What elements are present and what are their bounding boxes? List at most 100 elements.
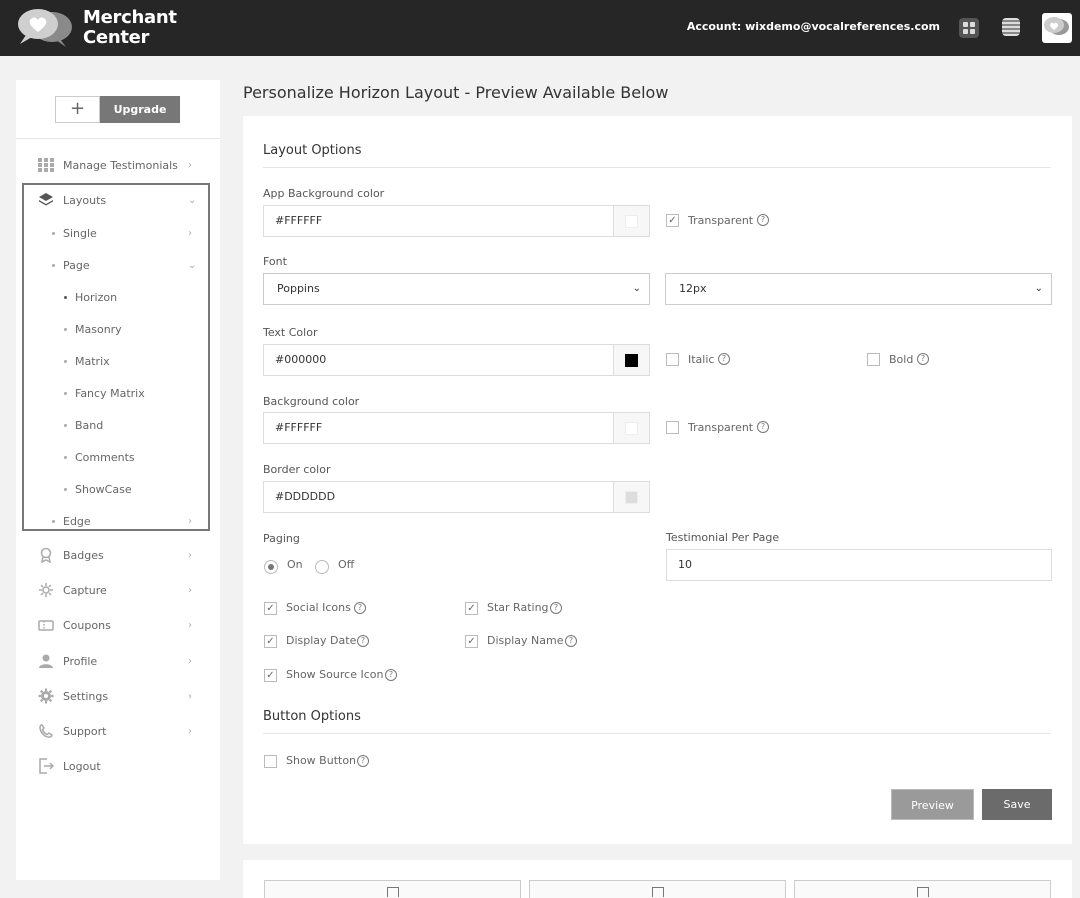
show-source-icon-label: Show Source Icon [286, 668, 384, 681]
per-page-input[interactable]: 10 [666, 549, 1052, 581]
sidebar-item-support[interactable]: Support › [16, 718, 220, 744]
save-button[interactable]: Save [982, 789, 1052, 820]
chevron-right-icon: › [188, 619, 192, 631]
sidebar-item-settings[interactable]: Settings › [16, 683, 220, 709]
chevron-right-icon: › [188, 690, 192, 702]
paging-on-radio[interactable] [264, 560, 278, 574]
chevron-right-icon: › [188, 549, 192, 561]
app-bg-transparent-checkbox[interactable]: ✓ [666, 214, 679, 227]
button-options-title: Button Options [263, 709, 361, 724]
grid-icon [38, 157, 54, 173]
help-icon[interactable]: ? [917, 353, 929, 365]
app-bg-color-input[interactable]: #FFFFFF [263, 205, 614, 237]
sidebar-item-label: Manage Testimonials [63, 158, 178, 172]
sidebar-item-badges[interactable]: Badges › [16, 542, 220, 568]
italic-label: Italic [688, 353, 715, 366]
help-icon[interactable]: ? [550, 602, 562, 614]
logout-icon [38, 758, 55, 774]
sidebar-item-coupons[interactable]: Coupons › [16, 612, 220, 638]
star-rating-label: Star Rating [487, 601, 549, 614]
sidebar-item-profile[interactable]: Profile › [16, 648, 220, 674]
display-name-label: Display Name [487, 634, 564, 647]
sidebar-item-label: Coupons [63, 618, 111, 632]
app-bg-transparent-label: Transparent [688, 214, 754, 227]
help-icon[interactable]: ? [357, 755, 369, 767]
sidebar-item-label: Logout [63, 759, 101, 773]
sidebar-item-label: Support [63, 724, 107, 738]
text-color-label: Text Color [263, 326, 318, 339]
sidebar-divider [16, 138, 220, 139]
top-bar: Merchant Center Account: wixdemo@vocalre… [0, 0, 1080, 56]
brand-line-2: Center [83, 27, 150, 48]
sidebar-item-label: Profile [63, 654, 98, 668]
social-icons-label: Social Icons [286, 601, 351, 614]
bg-color-label: Background color [263, 395, 360, 408]
font-size-select[interactable]: 12px ⌄ [665, 273, 1052, 305]
sidebar-item-manage-testimonials[interactable]: Manage Testimonials › [16, 152, 220, 178]
display-name-checkbox[interactable]: ✓ [465, 635, 478, 648]
preview-tab-calendar[interactable] [794, 880, 1051, 898]
display-date-checkbox[interactable]: ✓ [264, 635, 277, 648]
plus-button[interactable]: + [55, 96, 100, 123]
help-icon[interactable]: ? [757, 421, 769, 433]
help-icon[interactable]: ? [757, 214, 769, 226]
help-icon[interactable]: ? [565, 635, 577, 647]
sidebar-item-capture[interactable]: Capture › [16, 577, 220, 603]
help-icon[interactable]: ? [354, 602, 366, 614]
show-button-label: Show Button [286, 754, 357, 767]
paging-off-label: Off [338, 558, 355, 571]
brand[interactable]: Merchant Center [16, 7, 177, 49]
text-color-picker[interactable] [614, 344, 650, 376]
chevron-right-icon: › [188, 655, 192, 667]
font-label: Font [263, 255, 287, 268]
us-flag-icon[interactable] [1002, 18, 1020, 36]
avatar-logo-icon[interactable] [1042, 13, 1072, 43]
bg-color-input[interactable]: #FFFFFF [263, 412, 614, 444]
border-color-label: Border color [263, 463, 331, 476]
bg-transparent-checkbox[interactable] [666, 421, 679, 434]
app-bg-color-label: App Background color [263, 187, 385, 200]
help-icon[interactable]: ? [718, 353, 730, 365]
italic-checkbox[interactable] [666, 353, 679, 366]
upgrade-button[interactable]: Upgrade [100, 96, 180, 123]
star-rating-checkbox[interactable]: ✓ [465, 602, 478, 615]
color-swatch [625, 215, 638, 228]
font-family-value: Poppins [277, 282, 320, 295]
preview-button[interactable]: Preview [891, 789, 974, 820]
account-email[interactable]: Account: wixdemo@vocalreferences.com [687, 20, 940, 33]
show-source-icon-checkbox[interactable]: ✓ [264, 669, 277, 682]
paging-label: Paging [263, 532, 300, 545]
border-color-input[interactable]: #DDDDDD [263, 481, 614, 513]
color-swatch [625, 491, 638, 504]
chevron-right-icon: › [188, 159, 192, 171]
help-icon[interactable]: ? [357, 635, 369, 647]
show-button-checkbox[interactable] [264, 755, 277, 768]
bg-color-picker[interactable] [614, 412, 650, 444]
bg-transparent-label: Transparent [688, 421, 754, 434]
paging-off-radio[interactable] [315, 560, 329, 574]
border-color-picker[interactable] [614, 481, 650, 513]
envelope-icon [651, 887, 664, 897]
color-swatch [625, 422, 638, 435]
preview-tab-copy[interactable] [264, 880, 521, 898]
help-icon[interactable]: ? [385, 669, 397, 681]
chevron-down-icon: ⌄ [1034, 283, 1043, 294]
apps-grid-icon[interactable] [959, 18, 979, 38]
sidebar-item-logout[interactable]: Logout [16, 753, 220, 779]
social-icons-checkbox[interactable]: ✓ [264, 602, 277, 615]
badge-icon [38, 547, 54, 564]
app-bg-color-picker[interactable] [614, 205, 650, 237]
page-title: Personalize Horizon Layout - Preview Ava… [243, 83, 669, 102]
chevron-right-icon: › [188, 725, 192, 737]
chat-bubbles-logo-icon [16, 7, 74, 49]
text-color-input[interactable]: #000000 [263, 344, 614, 376]
preview-tab-email[interactable] [529, 880, 786, 898]
section-divider [263, 167, 1051, 168]
per-page-label: Testimonial Per Page [666, 531, 780, 544]
calendar-icon [916, 887, 929, 897]
bold-checkbox[interactable] [867, 353, 880, 366]
sidebar-item-label: Settings [63, 689, 109, 703]
sidebar-item-label: Capture [63, 583, 107, 597]
brand-line-1: Merchant [83, 7, 177, 28]
font-family-select[interactable]: Poppins ⌄ [263, 273, 650, 305]
